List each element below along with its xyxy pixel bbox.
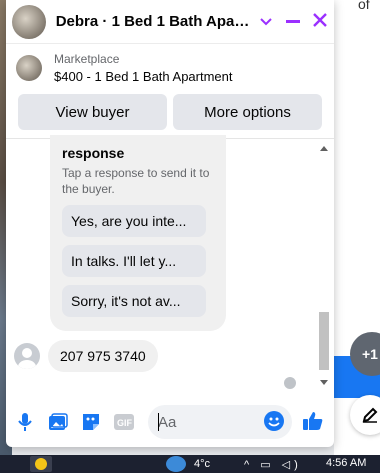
scrollbar[interactable] <box>318 142 330 392</box>
card-description: Tap a response to send it to the buyer. <box>62 166 210 196</box>
message-bubble[interactable]: 207 975 3740 <box>48 340 158 372</box>
gif-icon[interactable]: GIF <box>113 411 135 433</box>
quick-reply-in-talks[interactable]: In talks. I'll let y... <box>62 245 206 277</box>
photo-icon[interactable] <box>47 411 69 433</box>
svg-text:GIF: GIF <box>117 418 133 428</box>
weather-icon[interactable] <box>166 456 186 472</box>
listing-info[interactable]: Marketplace $400 - 1 Bed 1 Bath Apartmen… <box>6 44 334 92</box>
message-input[interactable] <box>158 413 258 431</box>
partial-text: of <box>358 0 370 12</box>
like-icon[interactable] <box>302 410 326 434</box>
message-row: 207 975 3740 <box>14 340 158 372</box>
chevron-down-icon[interactable] <box>260 14 272 30</box>
scroll-down-arrow[interactable] <box>320 380 328 385</box>
quick-reply-yes[interactable]: Yes, are you inte... <box>62 205 206 237</box>
composer: GIF <box>6 400 334 444</box>
minimize-icon[interactable] <box>286 20 300 23</box>
mic-icon[interactable] <box>14 411 36 433</box>
chat-title[interactable]: Debra · 1 Bed 1 Bath Apart… <box>56 13 250 30</box>
listing-thumbnail <box>16 55 42 81</box>
emoji-icon[interactable] <box>264 411 284 431</box>
close-icon[interactable] <box>312 12 328 32</box>
os-taskbar: 4°c ^ ▭ ◁) 4:56 AM <box>0 455 380 473</box>
scroll-up-arrow[interactable] <box>320 146 328 151</box>
chat-header[interactable]: Debra · 1 Bed 1 Bath Apart… <box>6 0 334 44</box>
taskbar-app-icon[interactable] <box>30 456 52 472</box>
message-input-wrapper[interactable] <box>148 405 292 439</box>
marketplace-label: Marketplace <box>54 52 120 66</box>
listing-title: $400 - 1 Bed 1 Bath Apartment <box>54 69 233 84</box>
seen-indicator <box>284 377 296 389</box>
clock[interactable]: 4:56 AM <box>326 457 366 469</box>
sticker-icon[interactable] <box>80 411 102 433</box>
quick-reply-sorry[interactable]: Sorry, it's not av... <box>62 285 206 317</box>
view-buyer-button[interactable]: View buyer <box>18 94 167 130</box>
card-title: response <box>62 145 125 161</box>
compose-icon <box>362 407 378 423</box>
chat-window: Debra · 1 Bed 1 Bath Apart… Marketplace … <box>6 0 334 447</box>
weather-temp: 4°c <box>194 458 211 470</box>
user-avatar <box>14 343 40 369</box>
message-list[interactable]: response Tap a response to send it to th… <box>6 135 334 394</box>
contact-avatar[interactable] <box>12 4 46 39</box>
system-tray[interactable]: ^ ▭ ◁) <box>244 458 302 471</box>
text-caret <box>158 413 159 431</box>
listing-actions: View buyer More options <box>6 94 334 130</box>
quick-response-card: response Tap a response to send it to th… <box>50 135 226 331</box>
more-options-button[interactable]: More options <box>173 94 322 130</box>
scroll-thumb[interactable] <box>319 312 329 370</box>
